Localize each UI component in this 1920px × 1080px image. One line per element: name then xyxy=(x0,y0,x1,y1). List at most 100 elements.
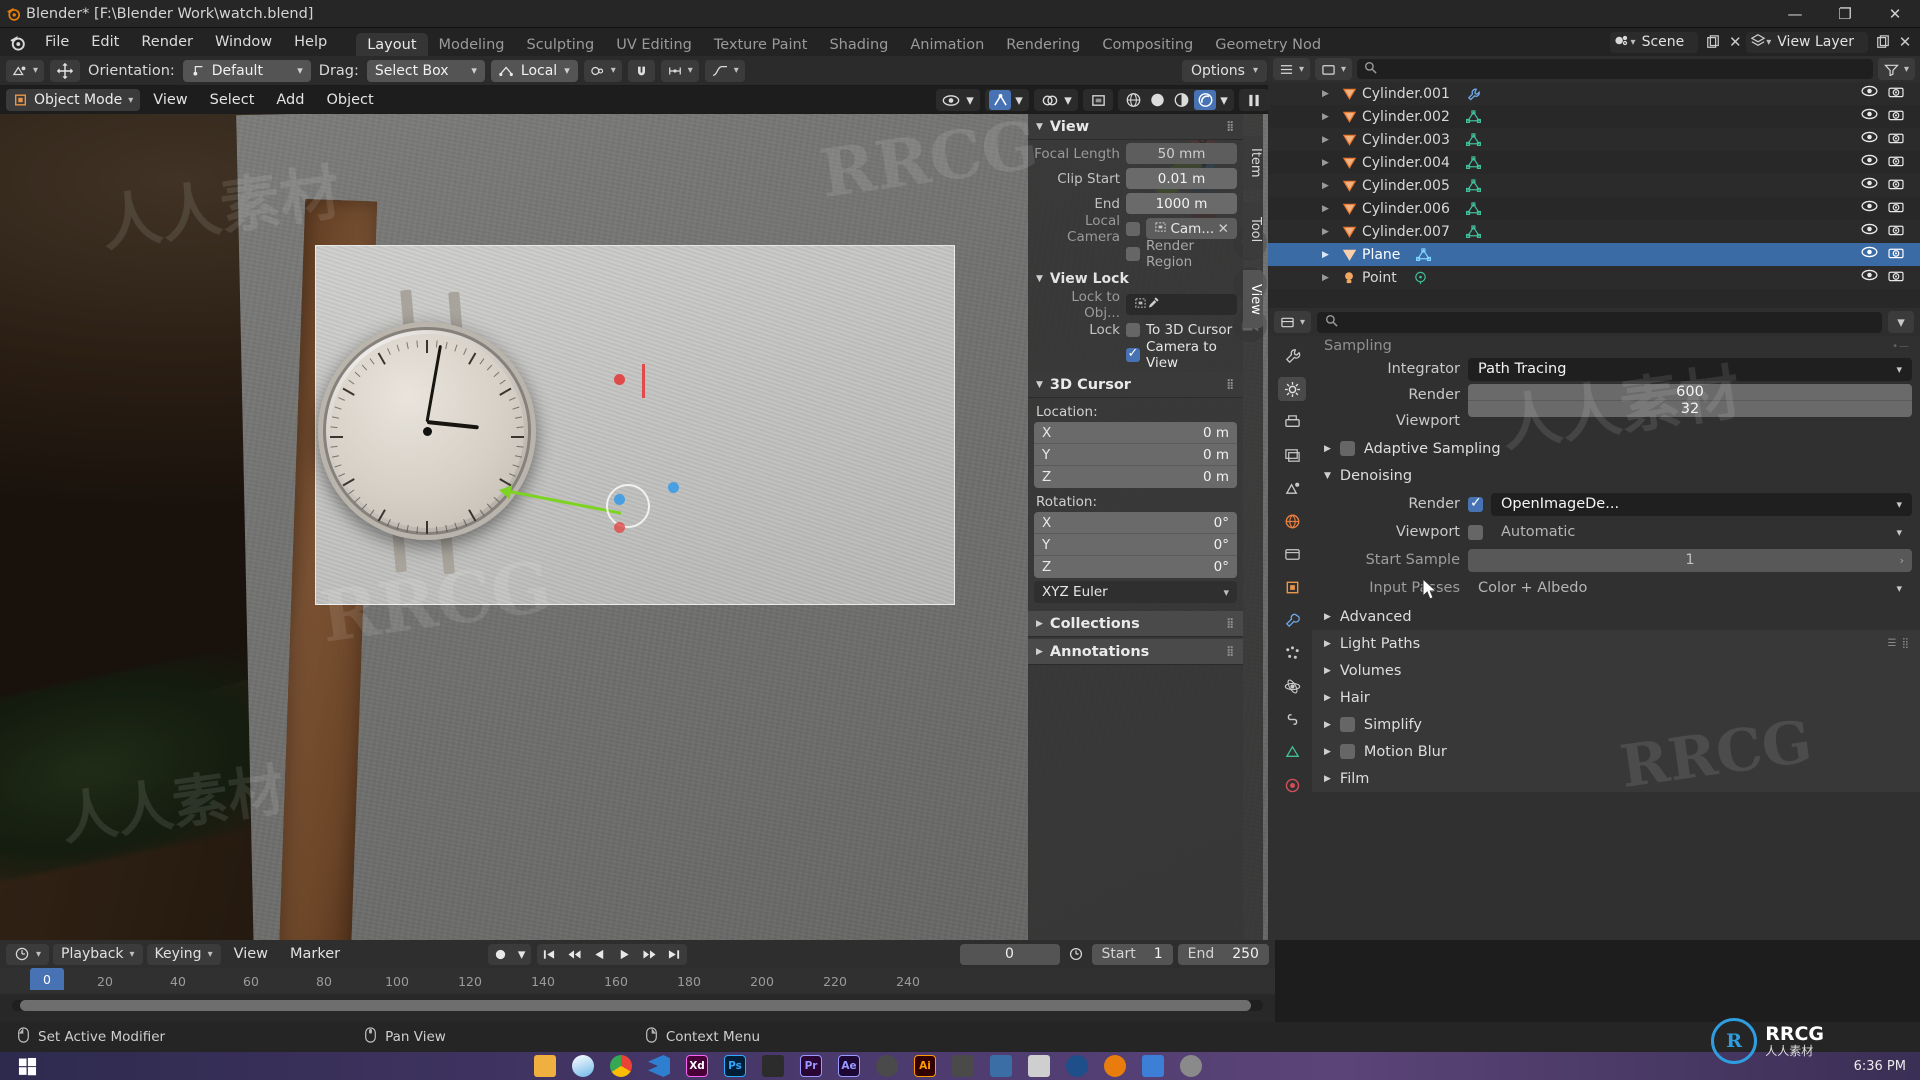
gizmo-view-circle[interactable] xyxy=(606,484,650,528)
expand-icon[interactable]: ▶ xyxy=(1322,112,1338,122)
move-tool-icon-button[interactable] xyxy=(50,59,81,82)
light-data-icon[interactable] xyxy=(1413,271,1428,285)
clip-start-field[interactable]: 0.01 m xyxy=(1126,168,1237,189)
remove-view-layer-button[interactable]: ✕ xyxy=(1894,32,1916,53)
maximize-button[interactable]: ❐ xyxy=(1820,0,1870,28)
lock-camera-to-view-row[interactable]: Camera to View xyxy=(1034,339,1237,371)
workspace-tab-geometry-nodes[interactable]: Geometry Nod xyxy=(1204,33,1332,56)
properties-tab-material[interactable] xyxy=(1278,773,1306,797)
viewport-side-panel[interactable]: ▼ View ⣿ Focal Length 50 mm Clip Start 0… xyxy=(1028,114,1243,940)
pc-icon[interactable] xyxy=(1028,1055,1050,1077)
start-sample-increment-icon[interactable]: › xyxy=(1900,554,1904,567)
play-reverse-icon[interactable] xyxy=(587,944,612,965)
frame-start-field[interactable]: Start 1 xyxy=(1091,943,1173,965)
light-paths-expand-icon[interactable]: ▶ xyxy=(1324,639,1331,649)
properties-body[interactable]: Sampling •— Integrator Path Tracing ▾ Re… xyxy=(1312,336,1920,940)
workspace-tab-sculpting[interactable]: Sculpting xyxy=(515,33,605,56)
expand-icon[interactable]: ▶ xyxy=(1322,273,1338,283)
play-icon[interactable] xyxy=(612,944,637,965)
properties-tab-constraints[interactable] xyxy=(1278,707,1306,731)
outliner-editor-type-button[interactable]: ▾ xyxy=(1273,58,1311,80)
properties-tab-view-layer[interactable] xyxy=(1278,443,1306,467)
workspace-tab-shading[interactable]: Shading xyxy=(818,33,899,56)
proportional-editing-button[interactable]: ▾ xyxy=(583,59,622,82)
gizmo-x-handle[interactable] xyxy=(614,374,625,385)
workspace-tab-rendering[interactable]: Rendering xyxy=(995,33,1091,56)
npanel-tab-view[interactable]: View xyxy=(1243,270,1263,328)
overlay-chevron-down-icon[interactable]: ▾ xyxy=(1062,90,1074,110)
viewport-menu-object[interactable]: Object xyxy=(317,92,382,108)
material-preview-shading-icon[interactable] xyxy=(1170,90,1192,110)
annotations-panel-header[interactable]: ▶ Annotations ⣿ xyxy=(1028,639,1243,665)
outliner-row-cylinder-001[interactable]: ▶ Cylinder.001 xyxy=(1268,82,1920,105)
playback-menu[interactable]: Playback ▾ xyxy=(53,943,143,965)
denoise-viewport-checkbox[interactable] xyxy=(1468,524,1483,540)
render-samples-field[interactable]: 600 xyxy=(1468,384,1912,401)
windows-icon[interactable] xyxy=(0,1057,54,1076)
scene-selector[interactable]: ▾ Scene xyxy=(1609,31,1699,53)
workspace-tab-compositing[interactable]: Compositing xyxy=(1091,33,1204,56)
remove-scene-button[interactable]: ✕ xyxy=(1724,32,1746,53)
local-camera-clear-icon[interactable]: ✕ xyxy=(1218,221,1229,237)
lock-to-object-row[interactable]: Lock to Obj... xyxy=(1034,289,1237,321)
workspace-tab-layout[interactable]: Layout xyxy=(356,33,428,56)
wireframe-shading-icon[interactable] xyxy=(1122,90,1144,110)
cursor-rotation-y-field[interactable]: Y 0° xyxy=(1034,534,1237,556)
motion-blur-section[interactable]: ▶ Motion Blur xyxy=(1312,738,1920,765)
properties-tab-world[interactable] xyxy=(1278,509,1306,533)
integrator-dropdown[interactable]: Path Tracing ▾ xyxy=(1468,357,1912,381)
hide-in-viewport-icon[interactable] xyxy=(1861,200,1878,217)
light-paths-preset-icon[interactable]: ☰ ⣿ xyxy=(1888,638,1910,649)
viewport-menu-add[interactable]: Add xyxy=(267,92,313,108)
properties-options-chevron-down-icon[interactable]: ▾ xyxy=(1888,311,1914,333)
figma-icon[interactable] xyxy=(762,1055,784,1077)
next-keyframe-icon[interactable] xyxy=(637,944,662,965)
clip-start-row[interactable]: Clip Start 0.01 m xyxy=(1034,167,1237,190)
shading-chevron-down-icon[interactable]: ▾ xyxy=(1218,90,1230,110)
workspace-tab-uv-editing[interactable]: UV Editing xyxy=(605,33,703,56)
disable-in-render-icon[interactable] xyxy=(1888,246,1904,263)
mesh-data-icon[interactable] xyxy=(1465,224,1481,239)
after-effects-icon[interactable]: Ae xyxy=(838,1055,860,1077)
properties-tab-scene[interactable] xyxy=(1278,476,1306,500)
workspace-tab-modeling[interactable]: Modeling xyxy=(428,33,516,56)
denoise-render-dropdown[interactable]: OpenImageDe... ▾ xyxy=(1491,492,1912,516)
view-layer-selector[interactable]: ▾ View Layer xyxy=(1746,31,1868,53)
motion-blur-expand-icon[interactable]: ▶ xyxy=(1324,747,1331,757)
viewport-menu-select[interactable]: Select xyxy=(201,92,264,108)
samples-rows[interactable]: Render Viewport 600 32 xyxy=(1312,384,1912,433)
mesh-data-icon[interactable] xyxy=(1465,132,1481,147)
outliner-search-input[interactable] xyxy=(1357,59,1873,79)
timeline-ruler[interactable]: 0 20 40 60 80 100 120 140 160 180 200 22… xyxy=(0,968,1275,994)
start-sample-field[interactable]: 1 › xyxy=(1468,548,1912,572)
input-passes-dropdown[interactable]: Color + Albedo ▾ xyxy=(1468,577,1912,600)
outliner-row-plane[interactable]: ▶ Plane xyxy=(1268,243,1920,266)
blender-active-icon[interactable] xyxy=(1104,1055,1126,1077)
close-button[interactable]: ✕ xyxy=(1870,0,1920,28)
workspace-tab-animation[interactable]: Animation xyxy=(899,33,995,56)
expand-icon[interactable]: ▶ xyxy=(1322,135,1338,145)
view-panel-header[interactable]: ▼ View ⣿ xyxy=(1028,114,1243,140)
menu-edit[interactable]: Edit xyxy=(80,28,130,56)
current-frame-field[interactable]: 0 xyxy=(959,943,1060,965)
substance-icon[interactable] xyxy=(952,1055,974,1077)
cursor-rotation-z-field[interactable]: Z 0° xyxy=(1034,556,1237,578)
expand-icon[interactable]: ▶ xyxy=(1322,158,1338,168)
simplify-expand-icon[interactable]: ▶ xyxy=(1324,720,1331,730)
properties-tab-render[interactable] xyxy=(1278,377,1306,401)
hide-in-viewport-icon[interactable] xyxy=(1861,177,1878,194)
hair-expand-icon[interactable]: ▶ xyxy=(1324,693,1331,703)
pause-render-icon[interactable] xyxy=(1243,90,1265,110)
vscode-icon[interactable] xyxy=(648,1055,670,1077)
blender-task-icon[interactable] xyxy=(876,1055,898,1077)
viewport-options-button[interactable]: Options ▾ xyxy=(1181,59,1267,82)
volumes-section[interactable]: ▶ Volumes xyxy=(1312,657,1920,684)
properties-tab-object[interactable] xyxy=(1278,575,1306,599)
outliner-row-point[interactable]: ▶ Point xyxy=(1268,266,1920,289)
cursor-rotation-fields[interactable]: X 0° Y 0° Z 0° xyxy=(1034,512,1237,578)
editor-type-button[interactable]: ▾ xyxy=(6,59,45,82)
denoising-section-header[interactable]: ▼ Denoising xyxy=(1312,462,1920,489)
outliner-display-mode-button[interactable]: ▾ xyxy=(1315,58,1353,80)
wrench-icon[interactable] xyxy=(1466,87,1481,101)
menu-window[interactable]: Window xyxy=(204,28,283,56)
